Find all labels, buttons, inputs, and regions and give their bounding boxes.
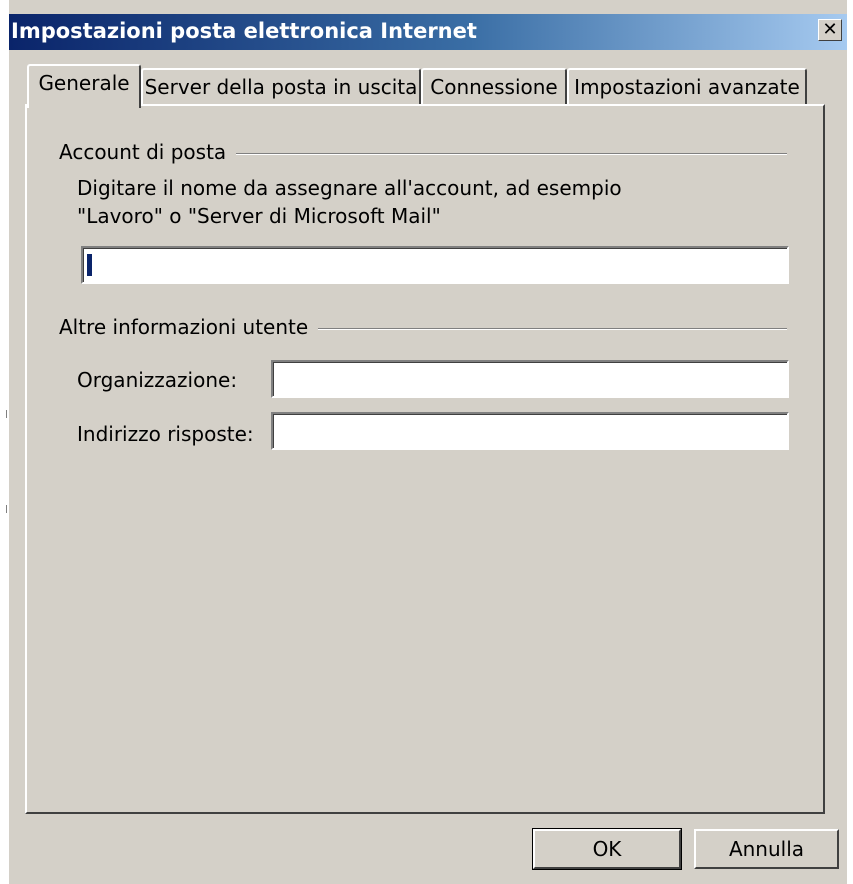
background-edge-mark — [6, 505, 7, 513]
tab-generale-label: Generale — [38, 71, 130, 95]
ok-button-label: OK — [592, 837, 622, 861]
user-info-group-divider — [309, 328, 787, 330]
account-group-label: Account di posta — [59, 140, 237, 164]
account-name-input[interactable] — [81, 246, 789, 284]
tab-outgoing-server-label: Server della posta in uscita — [144, 75, 418, 99]
title-bar[interactable]: Impostazioni posta elettronica Internet … — [9, 14, 847, 50]
text-cursor — [87, 254, 92, 276]
tab-generale[interactable]: Generale — [27, 64, 141, 108]
reply-address-label: Indirizzo risposte: — [77, 422, 254, 446]
cancel-button[interactable]: Annulla — [694, 829, 839, 869]
account-description-line1: Digitare il nome da assegnare all'accoun… — [77, 176, 622, 200]
ok-button[interactable]: OK — [532, 828, 682, 870]
organization-label: Organizzazione: — [77, 368, 238, 392]
close-button[interactable]: ✕ — [818, 19, 842, 41]
tab-advanced-settings-label: Impostazioni avanzate — [574, 75, 800, 99]
account-group-divider — [235, 153, 787, 155]
tab-outgoing-server[interactable]: Server della posta in uscita — [141, 68, 421, 106]
tab-advanced-settings[interactable]: Impostazioni avanzate — [567, 68, 807, 106]
tab-connection[interactable]: Connessione — [421, 68, 567, 106]
reply-address-input[interactable] — [271, 412, 789, 450]
user-info-group-label: Altre informazioni utente — [59, 315, 319, 339]
tab-panel-generale: Account di posta Digitare il nome da ass… — [25, 104, 825, 814]
organization-input[interactable] — [271, 360, 789, 398]
email-settings-dialog: Impostazioni posta elettronica Internet … — [9, 0, 847, 884]
tab-connection-label: Connessione — [430, 75, 558, 99]
window-title: Impostazioni posta elettronica Internet — [11, 19, 477, 43]
background-edge-mark — [6, 410, 7, 418]
cancel-button-label: Annulla — [728, 837, 805, 861]
close-icon: ✕ — [822, 19, 838, 40]
account-description-line2: "Lavoro" o "Server di Microsoft Mail" — [77, 204, 441, 228]
